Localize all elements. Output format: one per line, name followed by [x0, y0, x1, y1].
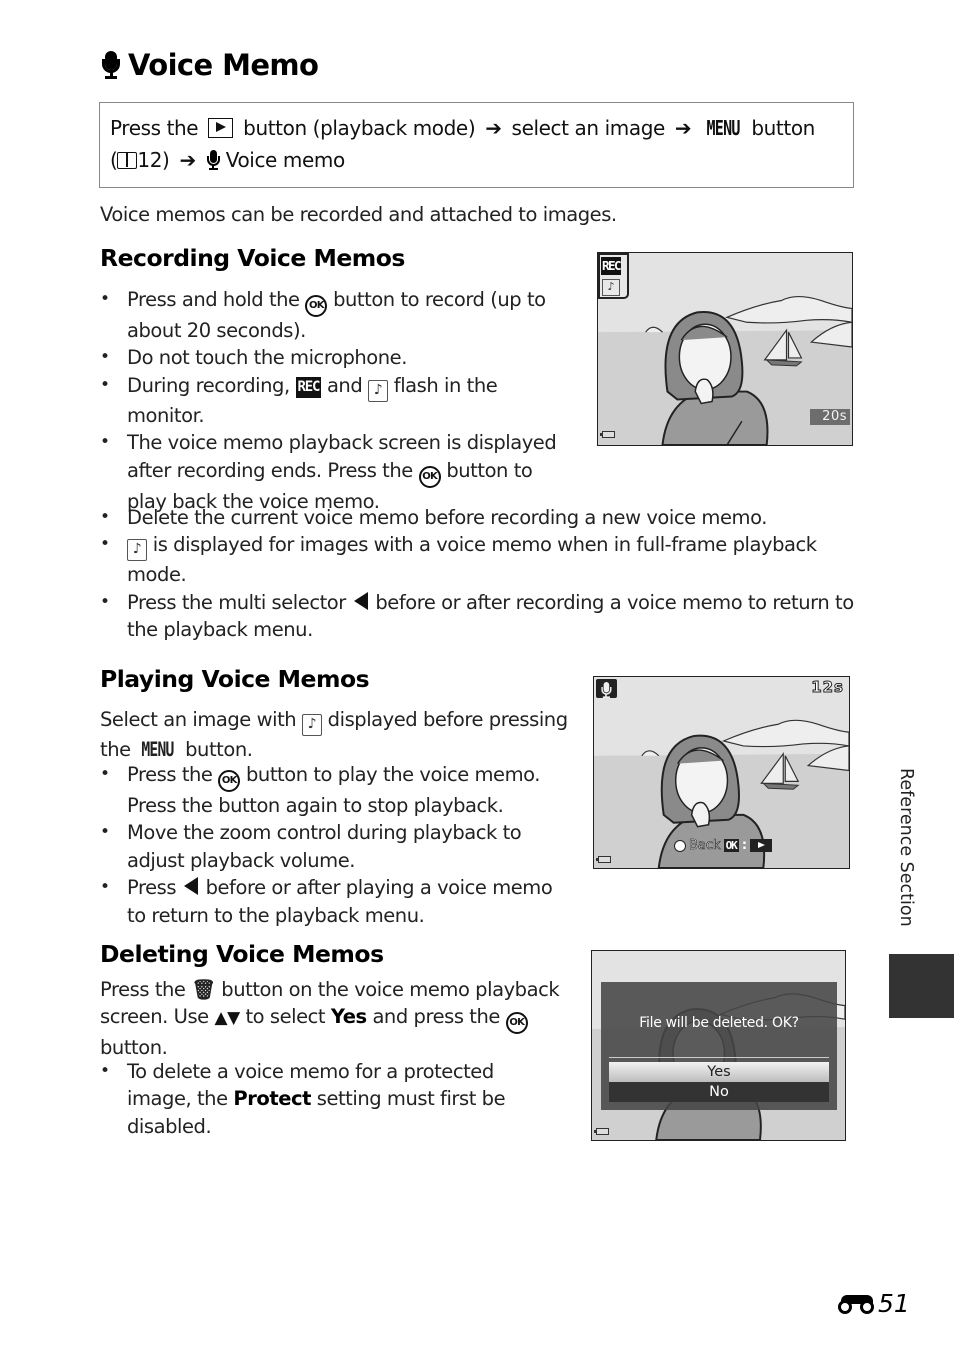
left-arrow-icon [353, 591, 368, 610]
menu-button-glyph: MENU [141, 738, 175, 761]
trash-icon: 🗑 [191, 978, 216, 1001]
memo-duration: 12s [811, 678, 844, 697]
recording-list-top: Press and hold the OK button to record (… [100, 286, 575, 515]
list-item: The voice memo playback screen is displa… [100, 429, 575, 515]
binoculars-icon [838, 1293, 876, 1315]
playing-list: Press the OK button to play the voice me… [100, 761, 575, 929]
nav-text: Voice memo [225, 148, 345, 172]
list-item: Press the multi selector before or after… [100, 589, 860, 644]
nav-text: Press the [110, 116, 199, 140]
list-item: Press before or after playing a voice me… [100, 874, 575, 929]
separator: : [741, 838, 748, 853]
page-title-text: Voice Memo [128, 48, 319, 82]
remaining-time: 20s [810, 409, 850, 425]
page-number-text: 51 [878, 1289, 910, 1318]
up-down-arrows-icon: ▲▼ [214, 1008, 240, 1029]
deleting-intro: Press the 🗑 button on the voice memo pla… [100, 978, 560, 1060]
left-arrow-icon [183, 877, 198, 896]
rec-indicator: REC ♪ [598, 253, 629, 299]
list-item: Move the zoom control during playback to… [100, 819, 575, 874]
section-side-label: Reference Section [896, 768, 916, 927]
battery-icon [594, 1128, 609, 1135]
ok-button-icon: OK [505, 1012, 528, 1035]
list-item: During recording, REC and ♪ flash in the… [100, 372, 575, 429]
option-yes[interactable]: Yes [609, 1062, 829, 1082]
ok-button-icon: OK [418, 465, 441, 488]
yes-keyword: Yes [330, 1005, 367, 1029]
page-number: 51 [838, 1289, 910, 1318]
playing-intro: Select an image with ♪ displayed before … [100, 706, 580, 763]
list-item: Do not touch the microphone. [100, 344, 575, 372]
battery-icon [600, 431, 615, 438]
voice-memo-icon: ♪ [301, 714, 322, 736]
list-item: ♪ is displayed for images with a voice m… [100, 531, 860, 588]
nav-text: select an image [511, 116, 666, 140]
microphone-icon [600, 682, 612, 698]
voice-memo-icon: ♪ [127, 539, 147, 562]
list-item: Delete the current voice memo before rec… [100, 504, 860, 532]
battery-icon [596, 856, 611, 863]
ok-button-icon: OK [305, 295, 328, 317]
list-item: To delete a voice memo for a protected i… [100, 1058, 540, 1140]
page-reference-link[interactable]: 12) [137, 148, 169, 172]
voice-memo-indicator [596, 679, 617, 698]
rec-icon: REC [295, 376, 322, 398]
microphone-icon [100, 50, 122, 80]
ok-button-icon: OK [218, 770, 241, 792]
section-tab-marker [889, 954, 954, 1018]
divider [609, 1057, 829, 1058]
play-icon [750, 839, 773, 852]
rec-label: REC [601, 257, 622, 275]
ok-label: OK [723, 839, 739, 852]
delete-confirm-dialog: File will be deleted. OK? Yes No [601, 982, 837, 1110]
section-heading-deleting: Deleting Voice Memos [100, 940, 384, 968]
camera-screen-playback: 12s Back OK : [593, 676, 850, 869]
intro-text: Voice memos can be recorded and attached… [100, 203, 617, 226]
recording-list-bottom: Delete the current voice memo before rec… [100, 504, 860, 644]
nav-text: button [751, 116, 815, 140]
list-item: Press the OK button to play the voice me… [100, 761, 575, 819]
arrow-right-icon: ➔ [674, 116, 692, 140]
section-heading-recording: Recording Voice Memos [100, 244, 405, 272]
arrow-right-icon: ➔ [179, 148, 196, 172]
voice-memo-icon: ♪ [602, 279, 620, 296]
menu-button-glyph: MENU [706, 116, 741, 140]
page-title: Voice Memo [100, 48, 319, 82]
dialog-message: File will be deleted. OK? [639, 1015, 799, 1031]
section-heading-playing: Playing Voice Memos [100, 665, 370, 693]
microphone-icon [206, 150, 220, 170]
option-no[interactable]: No [609, 1082, 829, 1102]
list-item: Press and hold the OK button to record (… [100, 286, 575, 344]
book-icon [117, 152, 138, 169]
voice-memo-icon: ♪ [368, 379, 389, 402]
menu-path-box: Press the button (playback mode) ➔ selec… [99, 102, 854, 188]
playback-button-icon [208, 118, 234, 138]
playback-controls: Back OK : [674, 838, 773, 854]
camera-screen-delete-confirm: File will be deleted. OK? Yes No [591, 950, 846, 1141]
back-label: Back [689, 838, 721, 854]
arrow-right-icon: ➔ [485, 116, 502, 140]
multi-selector-icon [674, 839, 686, 852]
nav-text: ( [110, 148, 118, 172]
deleting-list: To delete a voice memo for a protected i… [100, 1058, 540, 1140]
protect-keyword: Protect [233, 1087, 311, 1111]
camera-screen-recording: REC ♪ 20s [597, 252, 853, 446]
nav-text: button (playback mode) [243, 116, 476, 140]
